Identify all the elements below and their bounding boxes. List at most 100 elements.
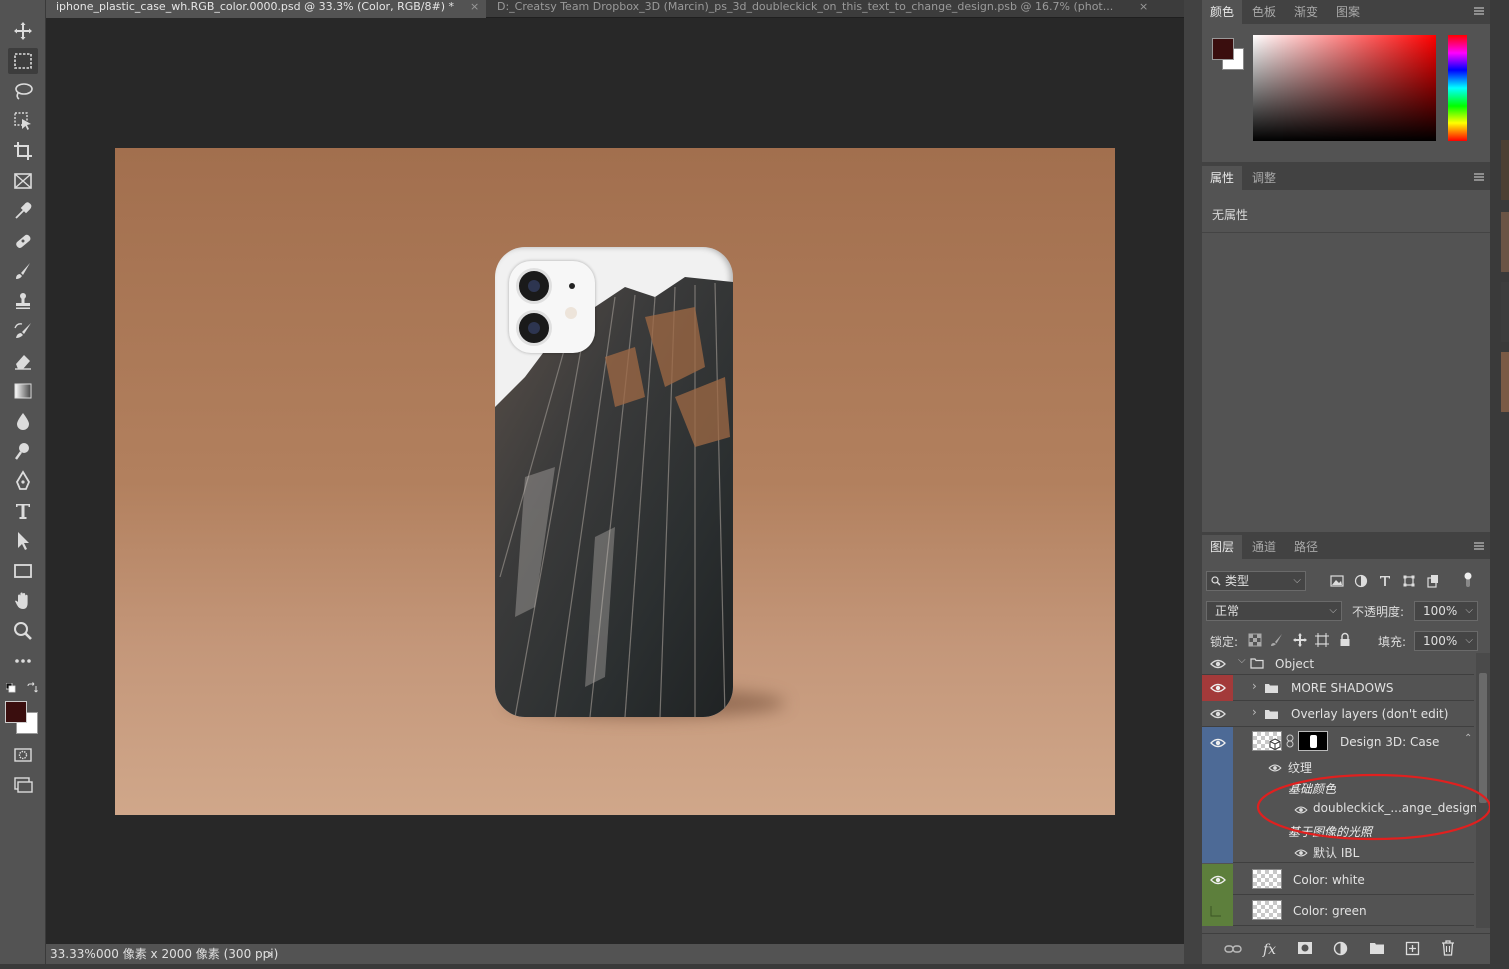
visibility-eye-icon[interactable]: [1210, 658, 1226, 670]
layers-panel-tabs: 图层 通道 路径: [1202, 535, 1490, 559]
adjustment-filter-icon[interactable]: [1354, 574, 1368, 588]
object-selection-tool-icon[interactable]: [8, 108, 38, 134]
pen-tool-icon[interactable]: [8, 468, 38, 494]
color-field[interactable]: [1253, 35, 1436, 141]
expand-chevron-icon[interactable]: ⌵: [1238, 655, 1246, 666]
stamp-tool-icon[interactable]: [8, 288, 38, 314]
opacity-field[interactable]: 100% ⌵: [1414, 601, 1478, 621]
delete-layer-icon[interactable]: [1441, 940, 1455, 956]
lock-pixels-icon[interactable]: [1270, 633, 1284, 647]
zoom-level[interactable]: 33.33%: [50, 944, 96, 964]
tab-patterns[interactable]: 图案: [1328, 0, 1368, 24]
zoom-tool-icon[interactable]: [8, 618, 38, 644]
close-tab-icon[interactable]: ×: [1139, 0, 1147, 14]
marquee-tool-icon[interactable]: [8, 48, 38, 74]
layer-row-color-green[interactable]: Color: green: [1202, 895, 1474, 926]
status-arrow[interactable]: ›: [268, 944, 273, 964]
layer-row-more-shadows[interactable]: › MORE SHADOWS: [1202, 675, 1474, 701]
layer-name: Object: [1275, 657, 1315, 671]
artboard[interactable]: [115, 148, 1115, 815]
layer-row-object[interactable]: ⌵ Object: [1202, 653, 1474, 675]
new-group-icon[interactable]: [1369, 942, 1385, 955]
visibility-eye-icon[interactable]: [1210, 682, 1226, 694]
path-selection-tool-icon[interactable]: [8, 528, 38, 554]
tab-swatches[interactable]: 色板: [1244, 0, 1284, 24]
lock-position-icon[interactable]: [1292, 632, 1308, 648]
lasso-tool-icon[interactable]: [8, 78, 38, 104]
healing-brush-tool-icon[interactable]: [8, 228, 38, 254]
smart-object-filter-icon[interactable]: [1426, 574, 1440, 588]
collapse-effects-icon[interactable]: ⌃: [1464, 733, 1472, 744]
layers-list[interactable]: ⌵ Object › MORE SHADOWS › Overlay layers…: [1202, 653, 1490, 928]
tab-paths[interactable]: 路径: [1286, 535, 1326, 559]
layer-row-overlay-layers[interactable]: › Overlay layers (don't edit): [1202, 701, 1474, 727]
close-tab-icon[interactable]: ×: [470, 0, 479, 14]
type-tool-icon[interactable]: [8, 498, 38, 524]
visibility-eye-icon[interactable]: [1210, 708, 1226, 720]
more-tools-icon[interactable]: [8, 648, 38, 674]
tab-color[interactable]: 颜色: [1202, 0, 1243, 24]
move-tool-icon[interactable]: [8, 18, 38, 44]
dodge-tool-icon[interactable]: [8, 438, 38, 464]
hidden-visibility-box[interactable]: [1210, 905, 1222, 917]
document-tab-inactive[interactable]: D:_Creatsy Team Dropbox_3D (Marcin)_ps_3…: [487, 0, 1147, 18]
layer-filter-dropdown[interactable]: 类型 ⌵: [1206, 571, 1306, 591]
type-filter-icon[interactable]: [1378, 574, 1392, 588]
phone-case-mockup[interactable]: [495, 247, 733, 717]
tab-adjustments[interactable]: 调整: [1244, 166, 1284, 190]
panel-menu-icon[interactable]: [1472, 170, 1486, 184]
history-brush-tool-icon[interactable]: [8, 318, 38, 344]
add-mask-icon[interactable]: [1297, 941, 1313, 955]
shape-filter-icon[interactable]: [1402, 574, 1416, 588]
brush-tool-icon[interactable]: [8, 258, 38, 284]
layer-name: Color: green: [1293, 904, 1367, 918]
layer-row-color-white[interactable]: Color: white: [1202, 864, 1474, 895]
blend-mode-dropdown[interactable]: 正常 ⌵: [1206, 601, 1342, 621]
tab-gradients[interactable]: 渐变: [1286, 0, 1326, 24]
hue-slider[interactable]: [1448, 35, 1467, 141]
thumbnail-strip[interactable]: [1501, 352, 1509, 412]
panel-menu-icon[interactable]: [1472, 539, 1486, 553]
foreground-color-swatch[interactable]: [5, 701, 27, 723]
link-icon[interactable]: [1286, 734, 1294, 748]
filter-toggle-icon[interactable]: [1462, 571, 1474, 589]
collapse-chevron-icon[interactable]: ›: [1252, 679, 1257, 693]
default-colors-icon[interactable]: [5, 682, 16, 693]
swap-colors-icon[interactable]: [26, 682, 38, 694]
thumbnail-strip[interactable]: [1501, 140, 1509, 200]
panel-foreground-swatch[interactable]: [1212, 38, 1234, 60]
lock-all-icon[interactable]: [1338, 632, 1352, 647]
layer-mask-thumbnail[interactable]: [1298, 731, 1328, 751]
pixel-filter-icon[interactable]: [1330, 575, 1344, 587]
thumbnail-strip[interactable]: [1501, 282, 1509, 342]
visibility-eye-icon[interactable]: [1294, 848, 1308, 858]
tab-properties[interactable]: 属性: [1202, 166, 1243, 190]
lock-artboard-icon[interactable]: [1315, 633, 1329, 647]
eyedropper-tool-icon[interactable]: [8, 198, 38, 224]
canvas-area[interactable]: [46, 18, 1184, 944]
document-tab-active[interactable]: iphone_plastic_case_wh.RGB_color.0000.ps…: [46, 0, 486, 18]
thumbnail-strip[interactable]: [1501, 212, 1509, 272]
hand-tool-icon[interactable]: [8, 588, 38, 614]
eraser-tool-icon[interactable]: [8, 348, 38, 374]
tab-channels[interactable]: 通道: [1244, 535, 1284, 559]
collapse-chevron-icon[interactable]: ›: [1252, 705, 1257, 719]
new-adjustment-icon[interactable]: [1333, 941, 1348, 956]
screen-mode-icon[interactable]: [8, 772, 38, 798]
blur-tool-icon[interactable]: [8, 408, 38, 434]
link-layers-icon[interactable]: [1224, 942, 1242, 956]
visibility-eye-icon[interactable]: [1210, 874, 1226, 886]
frame-tool-icon[interactable]: [8, 168, 38, 194]
gradient-tool-icon[interactable]: [8, 378, 38, 404]
fx-icon[interactable]: fx: [1262, 940, 1280, 958]
panel-menu-icon[interactable]: [1472, 4, 1486, 18]
lock-transparent-icon[interactable]: [1248, 633, 1262, 647]
visibility-eye-icon[interactable]: [1210, 737, 1226, 749]
quick-mask-icon[interactable]: [8, 742, 38, 768]
tab-layers[interactable]: 图层: [1202, 535, 1243, 559]
fill-field[interactable]: 100% ⌵: [1414, 631, 1478, 651]
crop-tool-icon[interactable]: [8, 138, 38, 164]
rectangle-tool-icon[interactable]: [8, 558, 38, 584]
no-properties-text: 无属性: [1212, 208, 1249, 222]
new-layer-icon[interactable]: [1405, 941, 1420, 956]
